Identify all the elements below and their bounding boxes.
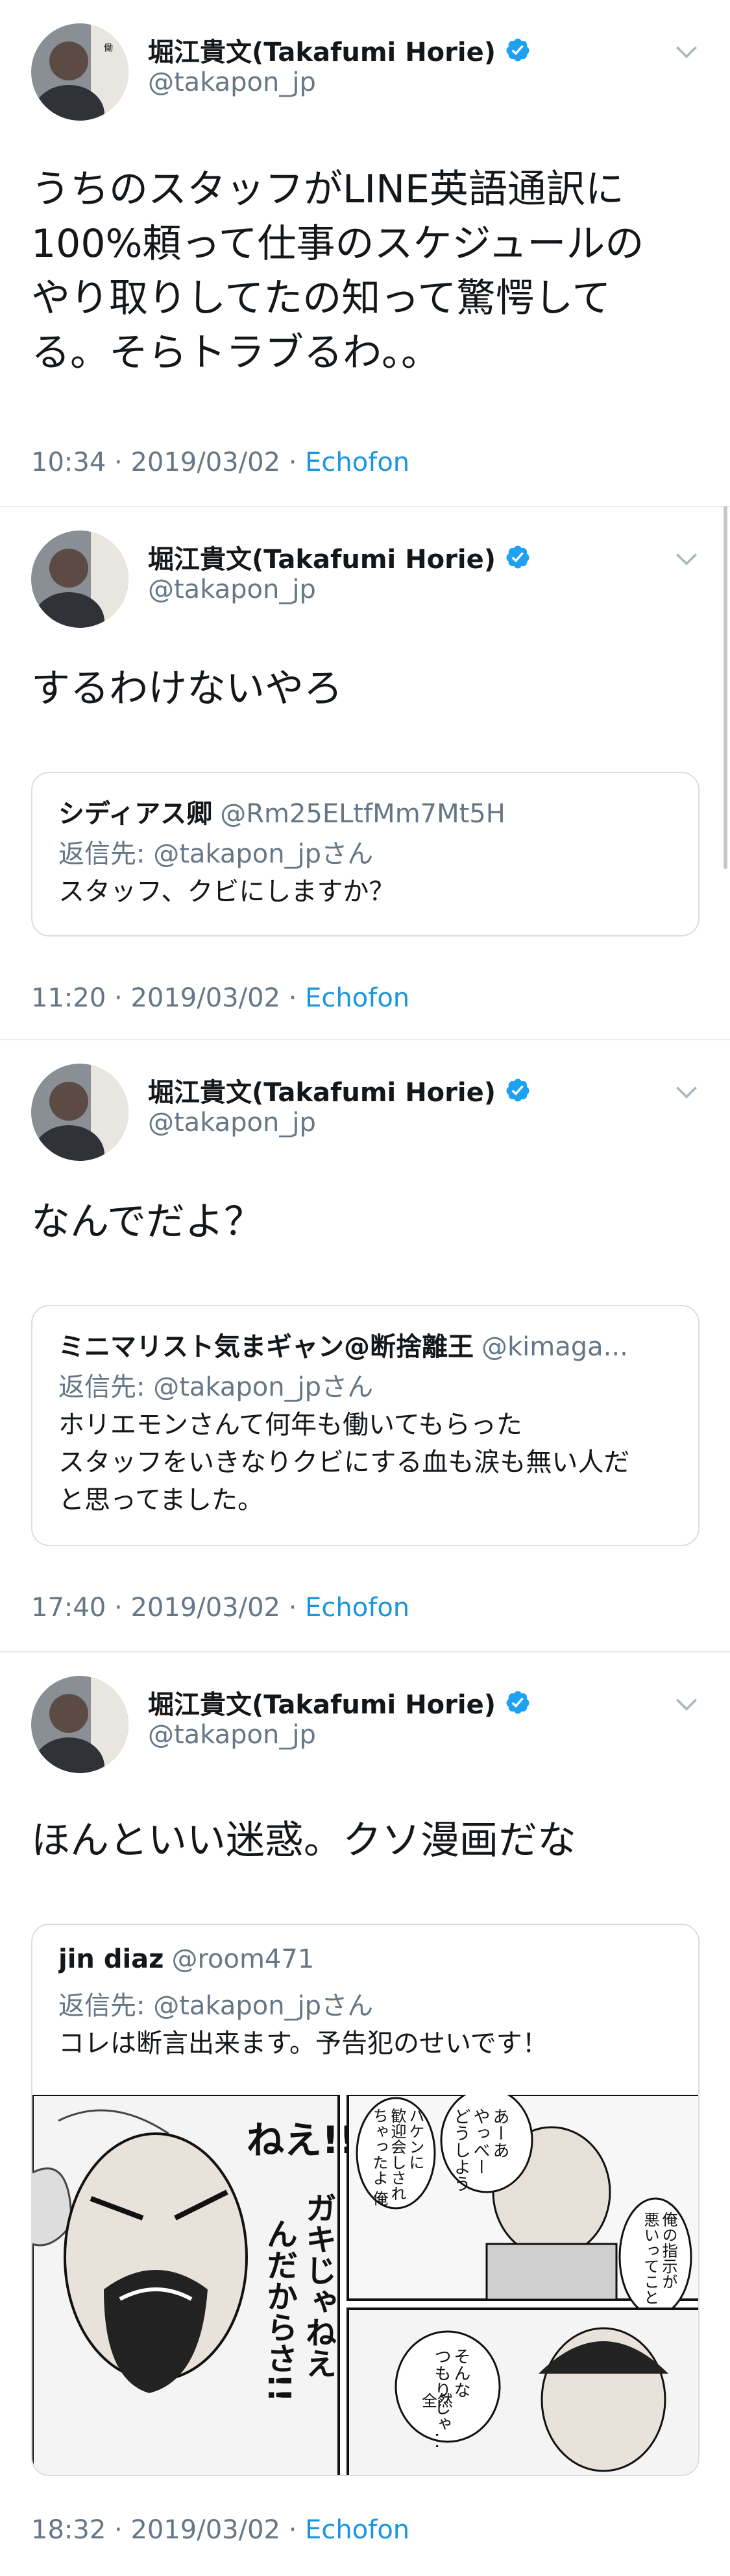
author-name[interactable]: 堀江貴文(Takafumi Horie) (148, 31, 496, 69)
scrollbar[interactable] (724, 506, 727, 869)
quote-author-name: シディアス卿 (58, 799, 213, 829)
quoted-tweet[interactable]: シディアス卿 @Rm25ELtfMm7Mt5H 返信先: @takapon_jpさ… (31, 772, 700, 936)
tweet-source[interactable]: Echofon (305, 447, 409, 477)
tweet-date[interactable]: 2019/03/02 (130, 983, 280, 1013)
tweet-date[interactable]: 2019/03/02 (130, 2515, 280, 2545)
tweet-meta: 10:34 · 2019/03/02 · Echofon (31, 447, 409, 477)
manga-bubble-5: 全然 (422, 2392, 453, 2410)
tweet-meta: 11:20 · 2019/03/02 · Echofon (31, 983, 409, 1013)
author-name[interactable]: 堀江貴文(Takafumi Horie) (148, 1071, 496, 1109)
quote-text: ホリエモンさんて何年も働いてもらった スタッフをいきなりクビにする血も涙も無い人… (58, 1410, 630, 1515)
manga-shout-2: ガキじゃねえ (300, 2192, 336, 2379)
quote-text: コレは断言出来ます。予告犯のせいです！ (58, 2029, 548, 2058)
tweet-text: うちのスタッフがLINE英語通訳に 100%頼って仕事のスケジュールの やり取り… (31, 167, 644, 376)
tweet-source[interactable]: Echofon (305, 1593, 409, 1623)
tweet-time[interactable]: 11:20 (31, 983, 106, 1013)
verified-badge-icon (505, 37, 531, 63)
tweet-source[interactable]: Echofon (305, 983, 409, 1013)
meta-separator: · (280, 983, 306, 1013)
verified-badge-icon (505, 1689, 531, 1715)
chevron-down-icon[interactable] (672, 545, 701, 573)
quote-author-handle: @Rm25ELtfMm7Mt5H (220, 799, 505, 829)
verified-badge-icon (505, 1077, 531, 1103)
verified-badge-icon (505, 544, 531, 570)
tweet-meta: 17:40 · 2019/03/02 · Echofon (31, 1593, 409, 1623)
quote-author-handle: @room471 (171, 1944, 315, 1974)
meta-separator: · (106, 447, 131, 477)
avatar[interactable]: 働 (31, 23, 128, 121)
quoted-tweet[interactable]: ミニマリスト気まギャン@断捨離王 @kimaga... 返信先: @takapon… (31, 1305, 700, 1546)
author-handle[interactable]: @takapon_jp (148, 575, 316, 604)
tweet-time[interactable]: 17:40 (31, 1593, 106, 1623)
meta-separator: · (106, 2515, 131, 2545)
chevron-down-icon[interactable] (672, 1690, 701, 1719)
chevron-down-icon[interactable] (672, 1078, 701, 1106)
quoted-tweet[interactable]: jin diaz @room471 返信先: @takapon_jpさん コレは断… (31, 1924, 700, 2476)
tweet-time[interactable]: 10:34 (31, 447, 106, 477)
tweet-date[interactable]: 2019/03/02 (130, 447, 280, 477)
chevron-down-icon[interactable] (672, 38, 701, 66)
quote-author-name: jin diaz (58, 1944, 164, 1974)
meta-separator: · (280, 1593, 306, 1623)
author-handle[interactable]: @takapon_jp (148, 67, 316, 97)
quote-manga-image[interactable]: ねえ!! ガキじゃねえ んだからさ!! あーあやっべーどうしよう ハケンに歓迎会… (32, 2087, 698, 2475)
tweet-text: するわけないやろ (31, 666, 343, 711)
tweet-text: ほんといい迷惑。クソ漫画だな (31, 1818, 576, 1863)
manga-shout-3: んだからさ!! (261, 2218, 297, 2402)
quote-reply-to: 返信先: @takapon_jpさん (58, 1991, 374, 2021)
author-name[interactable]: 堀江貴文(Takafumi Horie) (148, 538, 496, 576)
svg-text:働: 働 (103, 43, 113, 53)
tweet-1[interactable]: 働 堀江貴文(Takafumi Horie) @takapon_jp うちのスタ… (0, 0, 730, 506)
author-name[interactable]: 堀江貴文(Takafumi Horie) (148, 1684, 496, 1721)
quote-reply-to: 返信先: @takapon_jpさん (58, 839, 374, 869)
meta-separator: · (280, 2515, 306, 2545)
tweet-meta: 18:32 · 2019/03/02 · Echofon (31, 2515, 409, 2545)
tweet-4[interactable]: 堀江貴文(Takafumi Horie) @takapon_jp ほんといい迷惑… (0, 1652, 730, 2576)
author-handle[interactable]: @takapon_jp (148, 1108, 316, 1138)
tweet-time[interactable]: 18:32 (31, 2515, 106, 2545)
meta-separator: · (106, 983, 131, 1013)
tweet-source[interactable]: Echofon (305, 2515, 409, 2545)
quote-text: スタッフ、クビにしますか？ (58, 877, 395, 907)
tweet-2[interactable]: 堀江貴文(Takafumi Horie) @takapon_jp するわけないや… (0, 507, 730, 1039)
quote-reply-to: 返信先: @takapon_jpさん (58, 1372, 374, 1402)
quote-author-name: ミニマリスト気まギャン@断捨離王 (58, 1332, 474, 1362)
meta-separator: · (280, 447, 306, 477)
tweet-text: なんでだよ？ (31, 1199, 263, 1245)
avatar[interactable] (31, 531, 128, 628)
avatar[interactable] (31, 1676, 128, 1773)
tweet-date[interactable]: 2019/03/02 (130, 1593, 280, 1623)
tweet-3[interactable]: 堀江貴文(Takafumi Horie) @takapon_jp なんでだよ？ … (0, 1040, 730, 1651)
meta-separator: · (106, 1593, 131, 1623)
author-handle[interactable]: @takapon_jp (148, 1720, 316, 1750)
manga-shout-1: ねえ!! (247, 2118, 356, 2162)
quote-author-handle: @kimaga... (481, 1332, 628, 1362)
avatar[interactable] (31, 1064, 128, 1161)
